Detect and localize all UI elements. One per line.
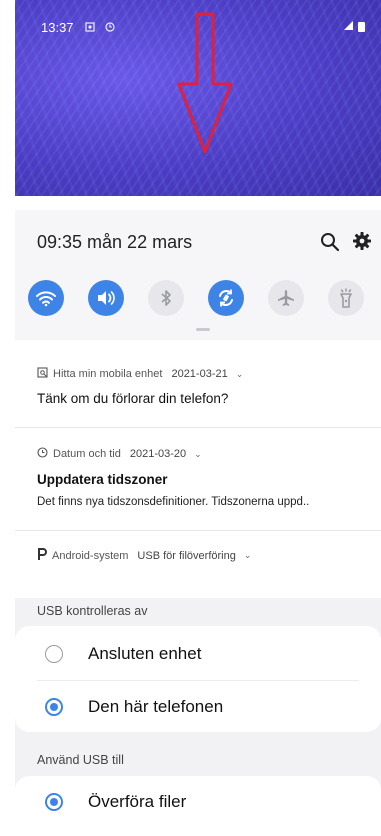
- notification-header: Hitta min mobila enhet 2021-03-21 ⌄: [37, 367, 243, 381]
- chevron-down-icon[interactable]: ⌄: [244, 550, 252, 561]
- panel-handle[interactable]: [196, 328, 210, 331]
- clock-icon: [37, 447, 48, 461]
- separator: [15, 196, 381, 210]
- airplane-icon: [278, 290, 294, 306]
- notifications-list: Hitta min mobila enhet 2021-03-21 ⌄ Tänk…: [15, 345, 381, 590]
- notification-header: Datum och tid 2021-03-20 ⌄: [37, 447, 202, 461]
- notification-app: Datum och tid: [53, 448, 121, 460]
- option-transfer-files[interactable]: Överföra filer: [15, 776, 381, 828]
- notification-body: Det finns nya tidszonsdefinitioner. Tids…: [37, 496, 310, 508]
- signal-icon: [344, 21, 353, 33]
- notification-android-system[interactable]: Android-system USB för filöverföring ⌄: [15, 531, 381, 581]
- wifi-toggle[interactable]: [28, 280, 64, 316]
- bluetooth-toggle[interactable]: [148, 280, 184, 316]
- airplane-mode-toggle[interactable]: [268, 280, 304, 316]
- find-device-icon: [85, 22, 95, 35]
- wallpaper-screenshot: 13:37: [15, 0, 381, 196]
- status-time: 13:37: [41, 20, 74, 35]
- option-label: Den här telefonen: [88, 697, 224, 716]
- flashlight-toggle[interactable]: [328, 280, 364, 316]
- flashlight-icon: [340, 288, 352, 308]
- search-icon[interactable]: [320, 232, 340, 257]
- radio-selected[interactable]: [45, 698, 63, 716]
- sound-toggle[interactable]: [88, 280, 124, 316]
- chevron-down-icon[interactable]: ⌄: [194, 449, 202, 460]
- bluetooth-icon: [161, 290, 171, 306]
- sound-icon: [98, 291, 115, 305]
- notification-date: 2021-03-20: [129, 448, 187, 460]
- battery-icon: [358, 22, 365, 32]
- usb-settings: USB kontrolleras av Ansluten enhet Den h…: [15, 598, 381, 836]
- android-p-icon: [37, 548, 47, 563]
- swipe-down-arrow-icon: [177, 12, 233, 154]
- notification-app: Android-system: [52, 549, 129, 562]
- chevron-down-icon[interactable]: ⌄: [236, 369, 244, 380]
- wifi-icon: [36, 291, 56, 307]
- status-icons: [344, 21, 365, 33]
- quick-settings-panel: 09:35 mån 22 mars: [15, 210, 381, 340]
- time-date: 09:35 mån 22 mars: [37, 232, 193, 252]
- option-connected-device[interactable]: Ansluten enhet: [15, 628, 381, 680]
- section-header-use-usb-for: Använd USB till: [37, 753, 124, 767]
- gear-icon[interactable]: [352, 231, 372, 256]
- find-device-icon: [37, 367, 48, 381]
- option-label: Ansluten enhet: [88, 644, 202, 663]
- notification-title: Tänk om du förlorar din telefon?: [37, 391, 229, 406]
- notification-find-my-device[interactable]: Hitta min mobila enhet 2021-03-21 ⌄ Tänk…: [15, 345, 381, 427]
- controlled-by-card: Ansluten enhet Den här telefonen: [15, 626, 381, 732]
- notification-header: Android-system USB för filöverföring ⌄: [37, 548, 251, 563]
- option-this-phone[interactable]: Den här telefonen: [15, 681, 381, 733]
- use-for-card: Överföra filer: [15, 776, 381, 836]
- notification-date-time[interactable]: Datum och tid 2021-03-20 ⌄ Uppdatera tid…: [15, 428, 381, 530]
- clock-icon: [105, 22, 115, 35]
- notification-app: Hitta min mobila enhet: [53, 368, 163, 380]
- auto-rotate-toggle[interactable]: [208, 280, 244, 316]
- section-header-controlled-by: USB kontrolleras av: [37, 604, 148, 618]
- notification-title: Uppdatera tidszoner: [37, 472, 168, 487]
- radio-selected[interactable]: [45, 793, 63, 811]
- notification-subtitle: USB för filöverföring: [137, 549, 236, 562]
- notification-date: 2021-03-21: [171, 368, 228, 380]
- auto-rotate-icon: [219, 289, 233, 307]
- status-bar: 13:37: [41, 20, 121, 35]
- radio-unselected[interactable]: [45, 645, 63, 663]
- option-label: Överföra filer: [88, 792, 187, 811]
